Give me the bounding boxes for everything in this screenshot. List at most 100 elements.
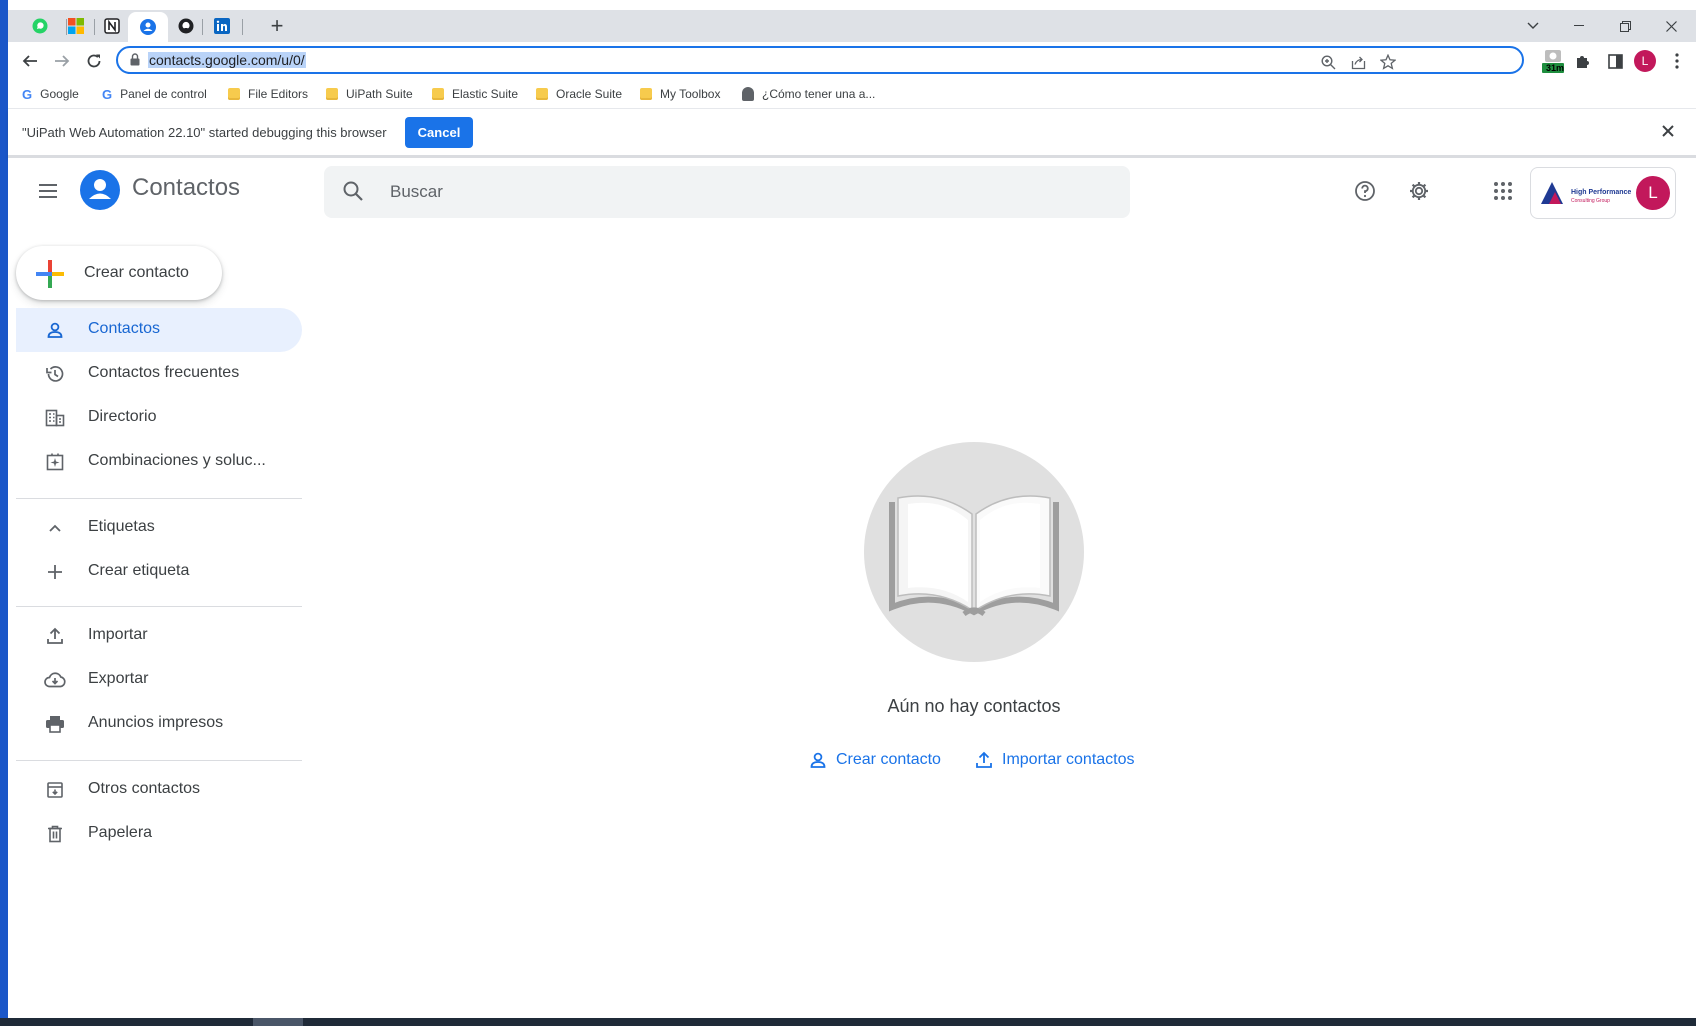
- chevron-up-icon: [44, 517, 66, 539]
- nav-other-contacts[interactable]: Otros contactos: [16, 768, 302, 812]
- search-icon: [343, 181, 363, 201]
- bookmark-uipath-suite[interactable]: UiPath Suite: [326, 84, 413, 104]
- extension-badge: 31m: [1546, 63, 1565, 73]
- star-icon: [1380, 54, 1396, 70]
- tab-contacts[interactable]: [128, 12, 168, 42]
- reload-button[interactable]: [80, 47, 108, 75]
- account-avatar[interactable]: L: [1636, 176, 1670, 210]
- bookmark-google[interactable]: G Google: [22, 84, 79, 104]
- timer-extension[interactable]: 31m: [1540, 48, 1566, 74]
- github-icon: [178, 18, 194, 34]
- apps-button[interactable]: [1490, 178, 1516, 204]
- bookmark-my-toolbox[interactable]: My Toolbox: [640, 84, 720, 104]
- create-contact-link-label: Crear contacto: [836, 751, 941, 768]
- extensions-button[interactable]: [1570, 48, 1596, 74]
- labels-toggle[interactable]: Etiquetas: [16, 506, 302, 550]
- zoom-icon: [1320, 54, 1335, 69]
- profile-button[interactable]: L: [1632, 48, 1658, 74]
- sidebar-divider: [16, 606, 302, 607]
- google-icon: G: [102, 86, 113, 102]
- bookmark-star-button[interactable]: [1378, 52, 1398, 72]
- archive-icon: [44, 779, 66, 801]
- bookmark-label: ¿Cómo tener una a...: [762, 87, 876, 101]
- close-icon: [1665, 20, 1677, 32]
- empty-import-contacts-link[interactable]: Importar contactos: [974, 748, 1135, 772]
- labels-header: Etiquetas: [88, 518, 155, 535]
- company-logo: High Performance Consulting Group: [1541, 182, 1631, 209]
- nav-directory[interactable]: Directorio: [16, 396, 302, 440]
- tab-notion[interactable]: [94, 12, 130, 40]
- contacts-logo: [80, 170, 120, 210]
- create-contact-button[interactable]: Crear contacto: [16, 246, 222, 300]
- nav-import[interactable]: Importar: [16, 614, 302, 658]
- arrow-left-icon: [22, 55, 37, 67]
- bookmark-file-editors[interactable]: File Editors: [228, 84, 308, 104]
- close-window-button[interactable]: [1648, 10, 1694, 42]
- empty-state-text: Aún no hay contactos: [887, 696, 1061, 716]
- search-bar[interactable]: Buscar: [324, 166, 1130, 218]
- taskbar-item[interactable]: [253, 1018, 303, 1026]
- bookmark-elastic-suite[interactable]: Elastic Suite: [432, 84, 518, 104]
- tab-whatsapp[interactable]: [22, 12, 58, 40]
- forward-button[interactable]: [48, 47, 76, 75]
- url-text: contacts.google.com/u/0/: [148, 52, 306, 68]
- zoom-button[interactable]: [1318, 52, 1338, 72]
- nav-export[interactable]: Exportar: [16, 658, 302, 702]
- bookmark-panel-de-control[interactable]: G Panel de control: [102, 84, 207, 104]
- tab-search-button[interactable]: [1510, 10, 1556, 42]
- restore-button[interactable]: [1602, 10, 1648, 42]
- whatsapp-icon: [32, 18, 48, 34]
- folder-icon: [432, 88, 444, 100]
- address-bar[interactable]: contacts.google.com/u/0/: [116, 46, 1524, 74]
- account-switcher[interactable]: High Performance Consulting Group L: [1530, 167, 1676, 219]
- minimize-icon: [1574, 25, 1584, 26]
- nav-frequent[interactable]: Contactos frecuentes: [16, 352, 302, 396]
- contacts-app: Contactos Buscar High Performance Consul…: [8, 158, 1696, 1018]
- nav-trash[interactable]: Papelera: [16, 812, 302, 856]
- nav-label: Combinaciones y soluc...: [88, 452, 266, 469]
- nav-label: Papelera: [88, 824, 153, 841]
- tab-github[interactable]: [168, 12, 204, 40]
- tab-linkedin[interactable]: [204, 12, 240, 40]
- nav-contacts[interactable]: Contactos: [16, 308, 302, 352]
- person-icon: [89, 179, 111, 199]
- create-label-button[interactable]: Crear etiqueta: [16, 550, 302, 594]
- help-button[interactable]: [1352, 178, 1378, 204]
- menu-button[interactable]: [1664, 48, 1690, 74]
- minimize-button[interactable]: [1556, 10, 1602, 42]
- bookmark-como-tener[interactable]: ¿Cómo tener una a...: [742, 84, 875, 104]
- open-book-icon: [889, 495, 1059, 617]
- nav-label: Directorio: [88, 408, 157, 425]
- folder-icon: [326, 88, 338, 100]
- bookmark-oracle-suite[interactable]: Oracle Suite: [536, 84, 622, 104]
- nav-merge-fix[interactable]: Combinaciones y soluc...: [16, 440, 302, 484]
- tab-microsoft[interactable]: [58, 12, 94, 40]
- microsoft-icon: [68, 18, 84, 34]
- hamburger-icon: [39, 184, 57, 198]
- settings-button[interactable]: [1406, 178, 1432, 204]
- new-tab-button[interactable]: +: [264, 13, 290, 39]
- nav-label: Importar: [88, 626, 148, 643]
- side-panel-button[interactable]: [1602, 48, 1628, 74]
- help-icon: [1355, 181, 1375, 201]
- company-logo-icon: [1541, 182, 1563, 204]
- plus-icon: +: [270, 13, 284, 38]
- nav-label: Anuncios impresos: [88, 714, 224, 731]
- bookmark-label: Elastic Suite: [452, 87, 519, 101]
- search-placeholder: Buscar: [390, 182, 443, 201]
- main-menu-button[interactable]: [36, 179, 60, 203]
- cancel-debug-button[interactable]: Cancel: [405, 117, 473, 148]
- folder-icon: [640, 88, 652, 100]
- reload-icon: [87, 54, 101, 68]
- close-icon: [1662, 125, 1674, 137]
- sidebar-divider: [16, 498, 302, 499]
- back-button[interactable]: [16, 47, 44, 75]
- import-contacts-link-label: Importar contactos: [1002, 751, 1135, 768]
- bookmarks-bar: G Google G Panel de control File Editors U…: [8, 80, 1696, 109]
- close-infobar-button[interactable]: [1662, 121, 1674, 142]
- share-button[interactable]: [1348, 52, 1368, 72]
- side-panel-icon: [1607, 53, 1623, 69]
- nav-print[interactable]: Anuncios impresos: [16, 702, 302, 746]
- empty-create-contact-link[interactable]: Crear contacto: [808, 748, 941, 772]
- trash-icon: [44, 823, 66, 845]
